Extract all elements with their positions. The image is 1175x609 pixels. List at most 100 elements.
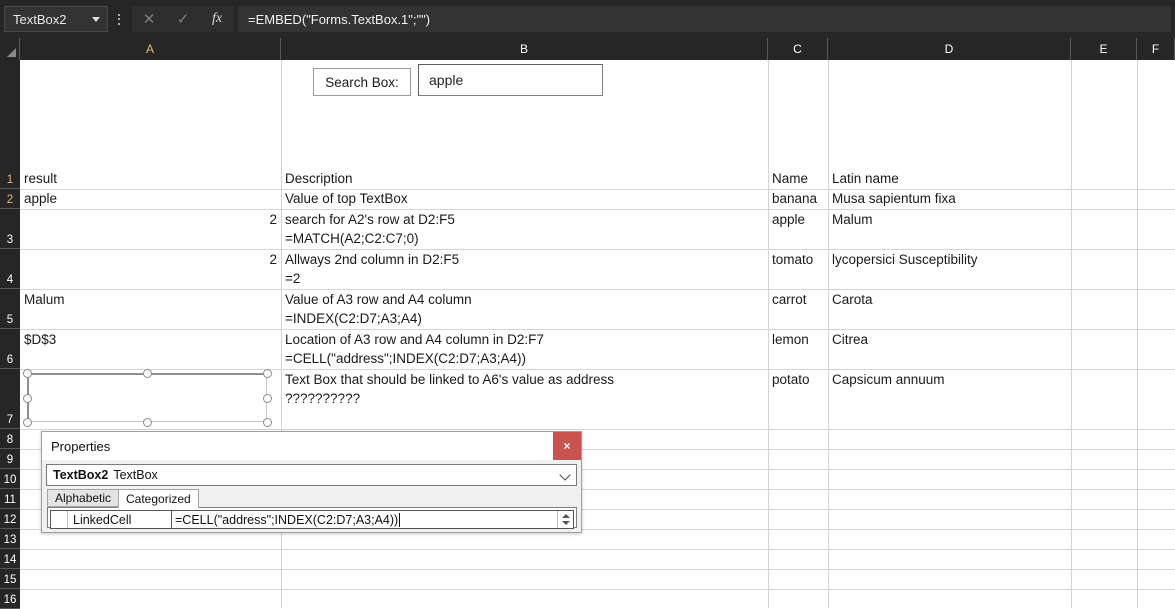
property-value-spinner[interactable] [557, 511, 573, 528]
properties-dialog[interactable]: Properties × TextBox2 TextBox Alphabetic… [41, 431, 582, 533]
cell-D3[interactable]: Malum [828, 210, 1071, 249]
column-header-D[interactable]: D [828, 38, 1071, 60]
properties-grid[interactable]: LinkedCell =CELL("address";INDEX(C2:D7;A… [47, 507, 577, 529]
row-header-8[interactable]: 8 [0, 429, 20, 449]
row-header-11[interactable]: 11 [0, 489, 20, 509]
search-input[interactable]: apple [418, 64, 603, 96]
cell-A6[interactable]: $D$3 [20, 330, 281, 369]
gridline-horizontal [20, 589, 1175, 590]
row-header-12[interactable]: 12 [0, 509, 20, 529]
gridline-vertical [1071, 60, 1072, 608]
selected-textbox-TextBox2[interactable] [23, 369, 272, 427]
row-header-13[interactable]: 13 [0, 529, 20, 549]
object-name-label: TextBox2 [53, 468, 109, 482]
properties-title-label: Properties [51, 438, 111, 454]
column-header-C[interactable]: C [768, 38, 828, 60]
select-all-icon [7, 48, 16, 57]
gridline-horizontal [20, 569, 1175, 570]
cancel-formula-button[interactable]: ✕ [132, 6, 166, 32]
cell-B5[interactable]: Value of A3 row and A4 column =INDEX(C2:… [281, 290, 768, 329]
insert-function-icon[interactable]: fx [200, 6, 234, 32]
property-row-linkedcell[interactable]: LinkedCell =CELL("address";INDEX(C2:D7;A… [50, 510, 574, 529]
object-selector-combo[interactable]: TextBox2 TextBox [46, 464, 577, 486]
tab-alphabetic[interactable]: Alphabetic [47, 489, 120, 507]
column-header-F[interactable]: F [1137, 38, 1175, 60]
name-box[interactable]: TextBox2 [4, 6, 108, 32]
row-header-1[interactable]: 1 [0, 60, 20, 189]
formula-bar: TextBox2 ✕ ✓ fx =EMBED("Forms.TextBox.1"… [0, 0, 1175, 38]
gridline-horizontal [20, 549, 1175, 550]
cell-D6[interactable]: Citrea [828, 330, 1071, 369]
resize-handle-e[interactable] [263, 394, 272, 403]
row-header-5[interactable]: 5 [0, 289, 20, 329]
cell-B2[interactable]: Value of top TextBox [281, 189, 768, 208]
row-header-14[interactable]: 14 [0, 549, 20, 569]
row-header-10[interactable]: 10 [0, 469, 20, 489]
column-header-B[interactable]: B [281, 38, 768, 60]
chevron-down-icon[interactable] [559, 469, 571, 481]
cell-B4[interactable]: Allways 2nd column in D2:F5 =2 [281, 250, 768, 289]
column-header-E[interactable]: E [1071, 38, 1137, 60]
tab-categorized[interactable]: Categorized [118, 489, 199, 508]
chevron-up-icon[interactable] [561, 514, 570, 518]
row-header-7[interactable]: 7 [0, 369, 20, 429]
cell-D1[interactable]: Latin name [828, 169, 1071, 188]
cell-B6[interactable]: Location of A3 row and A4 column in D2:F… [281, 330, 768, 369]
confirm-formula-button[interactable]: ✓ [166, 6, 200, 32]
column-headers: ABCDEF [0, 38, 1175, 60]
row-header-3[interactable]: 3 [0, 209, 20, 249]
textbox-body[interactable] [27, 373, 267, 422]
resize-handle-ne[interactable] [263, 369, 272, 378]
cell-A4[interactable]: 2 [20, 250, 281, 289]
more-options-icon[interactable] [108, 6, 130, 32]
property-key-label: LinkedCell [68, 511, 172, 528]
cell-A2[interactable]: apple [20, 189, 281, 208]
resize-handle-n[interactable] [143, 369, 152, 378]
resize-handle-nw[interactable] [23, 369, 32, 378]
row-header-2[interactable]: 2 [0, 189, 20, 209]
gridline-horizontal [20, 429, 1175, 430]
resize-handle-se[interactable] [263, 418, 272, 427]
cell-A3[interactable]: 2 [20, 210, 281, 249]
cell-B3[interactable]: search for A2's row at D2:F5 =MATCH(A2;C… [281, 210, 768, 249]
cell-C7[interactable]: potato [768, 370, 828, 429]
search-box-label: Search Box: [313, 68, 411, 96]
cell-B1[interactable]: Description [281, 169, 768, 188]
chevron-down-icon[interactable] [92, 16, 100, 22]
cell-D5[interactable]: Carota [828, 290, 1071, 329]
cell-C2[interactable]: banana [768, 189, 828, 208]
properties-title-bar[interactable]: Properties × [42, 432, 581, 460]
cell-D7[interactable]: Capsicum annuum [828, 370, 1071, 429]
row-header-6[interactable]: 6 [0, 329, 20, 369]
property-value-text: =CELL("address";INDEX(C2:D7;A3;A4)) [175, 512, 399, 527]
row-header-4[interactable]: 4 [0, 249, 20, 289]
gridline-vertical [1137, 60, 1138, 608]
resize-handle-s[interactable] [143, 418, 152, 427]
resize-handle-sw[interactable] [23, 418, 32, 427]
row-header-15[interactable]: 15 [0, 569, 20, 589]
row-header-9[interactable]: 9 [0, 449, 20, 469]
column-header-A[interactable]: A [20, 38, 281, 60]
object-type-label: TextBox [113, 468, 158, 482]
select-all-corner[interactable] [0, 38, 20, 60]
property-row-gutter [51, 511, 68, 528]
property-value-input[interactable]: =CELL("address";INDEX(C2:D7;A3;A4)) [172, 511, 557, 528]
close-button[interactable]: × [553, 432, 581, 460]
cell-A1[interactable]: result [20, 169, 281, 188]
resize-handle-w[interactable] [23, 394, 32, 403]
cell-C6[interactable]: lemon [768, 330, 828, 369]
cell-C3[interactable]: apple [768, 210, 828, 249]
cell-C4[interactable]: tomato [768, 250, 828, 289]
cell-A5[interactable]: Malum [20, 290, 281, 329]
cell-D4[interactable]: lycopersici Susceptibility [828, 250, 1071, 289]
formula-input[interactable]: =EMBED("Forms.TextBox.1";"") [238, 6, 1171, 32]
cell-C1[interactable]: Name [768, 169, 828, 188]
cell-D2[interactable]: Musa sapientum fixa [828, 189, 1071, 208]
cell-C5[interactable]: carrot [768, 290, 828, 329]
cell-B7[interactable]: Text Box that should be linked to A6's v… [281, 370, 768, 429]
chevron-down-icon[interactable] [561, 521, 570, 525]
formula-actions: ✕ ✓ fx [132, 6, 234, 32]
row-header-16[interactable]: 16 [0, 589, 20, 609]
name-box-value: TextBox2 [13, 11, 67, 27]
text-cursor [399, 512, 401, 527]
